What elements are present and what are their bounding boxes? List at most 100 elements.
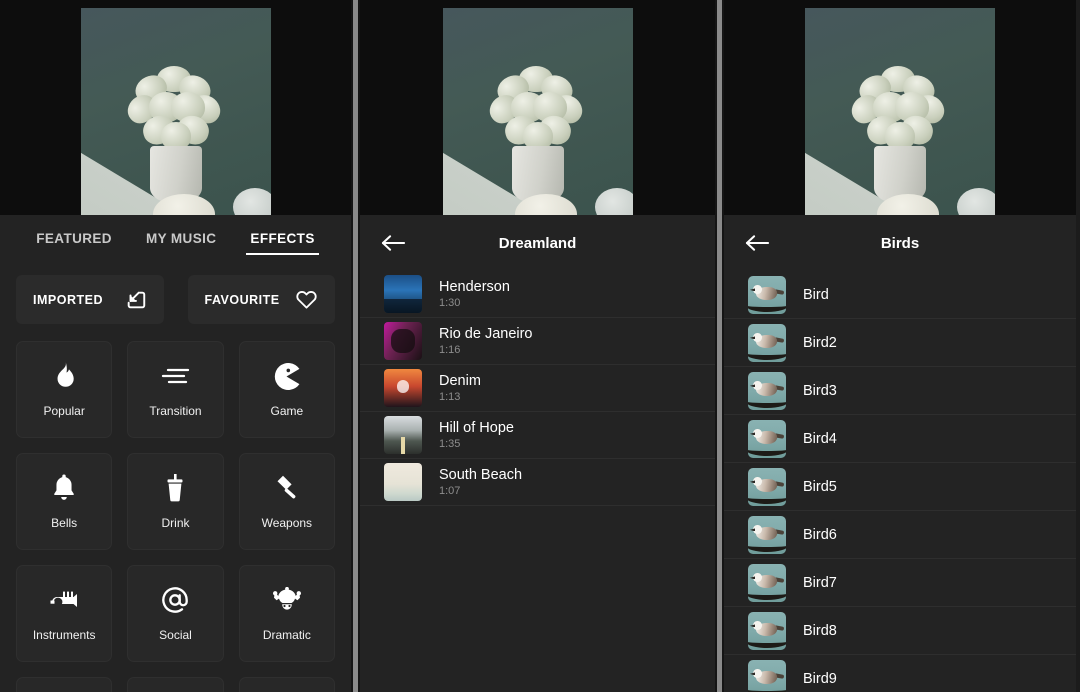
list-item[interactable]: Bird3 <box>724 367 1076 415</box>
at-sign-icon <box>160 585 190 615</box>
category-label: Social <box>159 628 192 642</box>
track-title: Rio de Janeiro <box>439 326 533 342</box>
track-duration: 1:13 <box>439 391 461 403</box>
bird-thumbnail <box>748 563 786 602</box>
page-title: Dreamland <box>498 234 577 252</box>
list-item[interactable]: Bird4 <box>724 415 1076 463</box>
list-item-label: Bird4 <box>803 430 837 447</box>
track-duration: 1:35 <box>439 438 461 450</box>
video-preview-area[interactable] <box>0 0 351 215</box>
category-label: Instruments <box>32 628 96 642</box>
category-label: Drink <box>161 516 190 530</box>
track-row[interactable]: Henderson 1:30 <box>360 271 715 318</box>
list-item-label: Bird8 <box>803 622 837 639</box>
quick-filter-row: IMPORTED FAVOURITE <box>0 265 351 324</box>
panel-divider-2 <box>715 0 724 692</box>
category-tile-partial-1[interactable] <box>16 677 113 692</box>
panel-divider-1 <box>351 0 360 692</box>
track-row[interactable]: Rio de Janeiro 1:16 <box>360 318 715 365</box>
category-label: Transition <box>149 404 202 418</box>
bird-sound-list: Bird Bird2 Bird3 Bird4 Bird5 Bird6 Bird7… <box>724 271 1076 692</box>
track-artwork <box>384 322 422 360</box>
panel-dreamland: Dreamland Henderson 1:30 Rio de Janeiro … <box>360 0 715 692</box>
birds-header: Birds <box>724 215 1076 271</box>
category-tile-bells[interactable]: Bells <box>16 453 113 550</box>
category-tile-social[interactable]: Social <box>127 565 224 662</box>
list-item[interactable]: Bird8 <box>724 607 1076 655</box>
imported-button[interactable]: IMPORTED <box>16 275 164 324</box>
track-title: Denim <box>439 373 481 389</box>
back-arrow-icon[interactable] <box>742 228 772 258</box>
track-artwork <box>384 369 422 407</box>
track-row[interactable]: Denim 1:13 <box>360 365 715 412</box>
dreamland-header: Dreamland <box>360 215 715 271</box>
list-item[interactable]: Bird9 <box>724 655 1076 692</box>
track-duration: 1:16 <box>439 344 461 356</box>
list-item[interactable]: Bird <box>724 271 1076 319</box>
list-item-label: Bird2 <box>803 334 837 351</box>
list-item[interactable]: Bird6 <box>724 511 1076 559</box>
import-icon <box>125 289 147 311</box>
category-tile-weapons[interactable]: Weapons <box>238 453 335 550</box>
list-item-label: Bird7 <box>803 574 837 591</box>
back-arrow-icon[interactable] <box>378 228 408 258</box>
video-preview-area[interactable] <box>360 0 715 215</box>
bird-thumbnail <box>748 515 786 554</box>
category-tile-partial-3[interactable] <box>238 677 335 692</box>
track-title: South Beach <box>439 467 523 483</box>
bird-thumbnail <box>748 323 786 362</box>
list-item[interactable]: Bird5 <box>724 463 1076 511</box>
track-row[interactable]: South Beach 1:07 <box>360 459 715 506</box>
track-duration: 1:07 <box>439 485 461 497</box>
panel-effects: FEATURED MY MUSIC EFFECTS IMPORTED FAVOU… <box>0 0 351 692</box>
bird-thumbnail <box>748 467 786 506</box>
category-label: Game <box>270 404 304 418</box>
category-tile-game[interactable]: Game <box>238 341 335 438</box>
photo-plant <box>121 66 226 156</box>
category-tile-popular[interactable]: Popular <box>16 341 113 438</box>
bird-thumbnail <box>748 419 786 458</box>
list-item-label: Bird3 <box>803 382 837 399</box>
category-tile-dramatic[interactable]: Dramatic <box>238 565 335 662</box>
category-label: Bells <box>51 516 78 530</box>
category-tile-partial-2[interactable] <box>127 677 224 692</box>
trumpet-icon <box>49 585 79 615</box>
tab-my-music[interactable]: MY MUSIC <box>142 227 220 258</box>
three-panel-screenshot: FEATURED MY MUSIC EFFECTS IMPORTED FAVOU… <box>0 0 1080 692</box>
heart-icon <box>295 288 318 311</box>
list-item-label: Bird6 <box>803 526 837 543</box>
track-artwork <box>384 416 422 454</box>
track-artwork <box>384 463 422 501</box>
list-item[interactable]: Bird2 <box>724 319 1076 367</box>
favourite-label: FAVOURITE <box>204 292 280 307</box>
category-label: Weapons <box>261 516 313 530</box>
jester-hat-icon <box>272 585 302 615</box>
bell-icon <box>49 473 79 503</box>
favourite-button[interactable]: FAVOURITE <box>187 275 335 324</box>
track-duration: 1:30 <box>439 297 461 309</box>
hammer-icon <box>272 473 302 503</box>
category-tile-instruments[interactable]: Instruments <box>16 565 113 662</box>
track-row[interactable]: Hill of Hope 1:35 <box>360 412 715 459</box>
photo-plant <box>846 66 950 156</box>
pacman-icon <box>272 361 302 391</box>
tab-bar: FEATURED MY MUSIC EFFECTS <box>0 215 351 265</box>
category-tile-drink[interactable]: Drink <box>127 453 224 550</box>
preview-photo <box>442 8 633 215</box>
list-item-label: Bird <box>803 286 829 303</box>
tab-featured[interactable]: FEATURED <box>32 227 116 258</box>
bird-thumbnail <box>748 659 786 692</box>
preview-photo <box>80 8 271 215</box>
video-preview-area[interactable] <box>724 0 1076 215</box>
speed-lines-icon <box>160 361 190 391</box>
category-tile-transition[interactable]: Transition <box>127 341 224 438</box>
drink-cup-icon <box>160 473 190 503</box>
track-title: Henderson <box>439 279 510 295</box>
tab-effects[interactable]: EFFECTS <box>246 227 320 258</box>
imported-label: IMPORTED <box>33 292 103 307</box>
list-item[interactable]: Bird7 <box>724 559 1076 607</box>
category-label: Popular <box>43 404 85 418</box>
photo-plant <box>483 66 588 156</box>
track-list: Henderson 1:30 Rio de Janeiro 1:16 Denim… <box>360 271 715 506</box>
bird-thumbnail <box>748 371 786 410</box>
